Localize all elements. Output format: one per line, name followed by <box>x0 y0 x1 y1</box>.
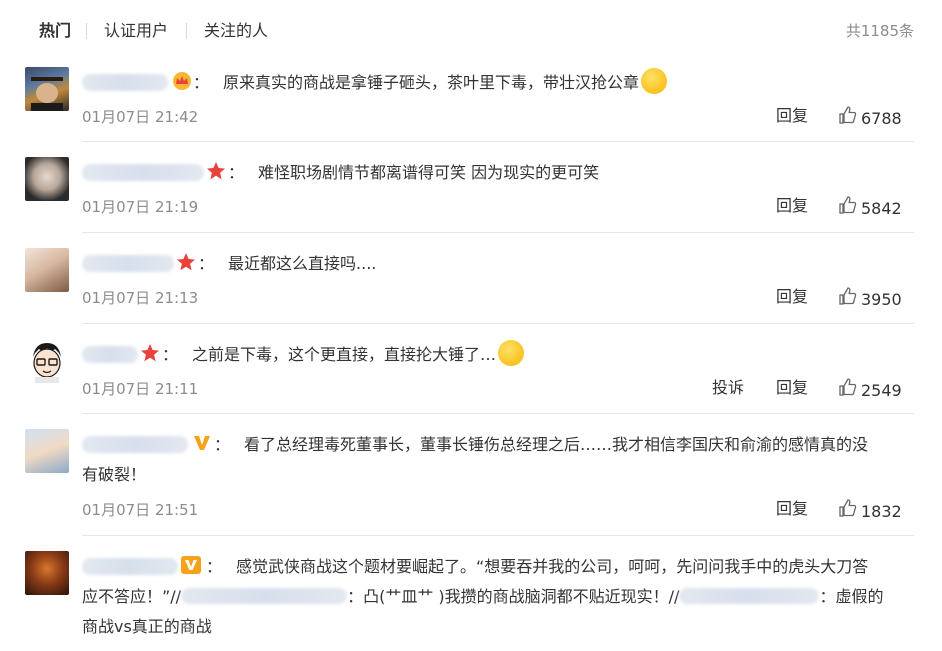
reply-button[interactable]: 回复 <box>776 287 808 307</box>
username-blurred[interactable] <box>82 74 168 91</box>
comment-text: 之前是下毒，这个更直接，直接抡大锤了… <box>192 345 497 364</box>
comment-text-line1: 看了总经理毒死董事长，董事长锤伤总经理之后……我才相信李国庆和俞渝的感情真的没 <box>244 435 869 454</box>
thumbs-up-icon <box>839 106 857 124</box>
v-icon <box>192 433 210 450</box>
sweat-emoji-icon <box>641 68 668 94</box>
reply-button[interactable]: 回复 <box>776 378 808 398</box>
star-icon <box>140 343 159 362</box>
comment-text-line2b: ：凸(艹皿艹 )我攒的商战脑洞都不贴近现实！// <box>347 587 680 606</box>
comment-item: ： 看了总经理毒死董事长，董事长锤伤总经理之后……我才相信李国庆和俞渝的感情真的没… <box>0 414 942 536</box>
comment-text: 最近都这么直接吗.... <box>228 254 377 273</box>
username-blurred[interactable] <box>82 164 204 181</box>
comment-text-line2c: ：虚假的 <box>819 587 884 606</box>
comment-text: 原来真实的商战是拿锤子砸头，茶叶里下毒，带壮汉抢公章 <box>223 73 640 92</box>
comment-date: 01月07日 21:11 <box>82 380 199 398</box>
comment-tabs: 热门 认证用户 关注的人 共1185条 <box>0 0 942 62</box>
tab-hot[interactable]: 热门 <box>39 20 71 42</box>
mention-blurred[interactable] <box>181 588 348 604</box>
comment-item: ： 感觉武侠商战这个题材要崛起了。“想要吞并我的公司，呵呵，先问问我手中的虎头大刀… <box>0 536 942 651</box>
username-blurred[interactable] <box>82 436 188 453</box>
tab-verified[interactable]: 认证用户 <box>104 20 168 42</box>
like-count: 6788 <box>861 109 902 128</box>
like-button[interactable]: 3950 <box>838 287 908 310</box>
thumbs-up-icon <box>839 499 857 517</box>
comment-text-line3: 商战vs真正的商战 <box>82 617 212 636</box>
comment-colon: ： <box>162 345 179 364</box>
tab-following[interactable]: 关注的人 <box>204 20 268 42</box>
star-icon <box>206 161 225 180</box>
comment-date: 01月07日 21:19 <box>82 198 199 216</box>
comment-text-line2a: 应不答应！”// <box>82 587 182 606</box>
avatar[interactable] <box>25 248 69 292</box>
comment-colon: ： <box>206 557 223 576</box>
thumbs-up-icon <box>839 196 857 214</box>
comment-text: 难怪职场剧情节都离谱得可笑 因为现实的更可笑 <box>258 163 600 182</box>
comment-colon: ： <box>214 435 231 454</box>
avatar[interactable] <box>25 157 69 201</box>
tab-separator <box>186 23 187 39</box>
avatar[interactable] <box>25 551 69 595</box>
like-count: 2549 <box>861 381 902 400</box>
star-icon <box>176 252 195 271</box>
username-blurred[interactable] <box>82 346 138 363</box>
comment-count: 共1185条 <box>845 22 914 40</box>
reply-button[interactable]: 回复 <box>776 196 808 216</box>
comment-text-line1: 感觉武侠商战这个题材要崛起了。“想要吞并我的公司，呵呵，先问问我手中的虎头大刀答 <box>236 557 869 576</box>
like-button[interactable]: 6788 <box>838 106 908 129</box>
like-button[interactable]: 5842 <box>838 196 908 219</box>
like-button[interactable]: 1832 <box>838 499 908 522</box>
avatar[interactable] <box>25 429 69 473</box>
mention-blurred[interactable] <box>679 588 820 604</box>
like-count: 3950 <box>861 290 902 309</box>
like-count: 5842 <box>861 199 902 218</box>
comment-date: 01月07日 21:51 <box>82 501 199 519</box>
v-box-icon <box>180 555 201 574</box>
shush-emoji-icon <box>498 340 525 366</box>
comment-colon: ： <box>193 73 210 92</box>
reply-button[interactable]: 回复 <box>776 499 808 519</box>
comment-colon: ： <box>228 163 245 182</box>
comment-colon: ： <box>198 254 215 273</box>
thumbs-up-icon <box>839 287 857 305</box>
comment-date: 01月07日 21:13 <box>82 289 199 307</box>
username-blurred[interactable] <box>82 255 174 272</box>
comment-item: ： 最近都这么直接吗.... 01月07日 21:13 回复 3950 <box>0 233 942 323</box>
crown-icon <box>172 71 191 90</box>
thumbs-up-icon <box>839 378 857 396</box>
reply-button[interactable]: 回复 <box>776 106 808 126</box>
comment-item: ：之前是下毒，这个更直接，直接抡大锤了… 01月07日 21:11 投诉 回复 … <box>0 324 942 414</box>
comment-text-line2: 有破裂！ <box>82 465 147 484</box>
comment-date: 01月07日 21:42 <box>82 108 199 126</box>
avatar[interactable] <box>25 67 69 111</box>
report-button[interactable]: 投诉 <box>712 378 744 398</box>
like-count: 1832 <box>861 502 902 521</box>
comment-item: ：难怪职场剧情节都离谱得可笑 因为现实的更可笑 01月07日 21:19 回复 … <box>0 142 942 232</box>
comment-item: ： 原来真实的商战是拿锤子砸头，茶叶里下毒，带壮汉抢公章 01月07日 21:42… <box>0 62 942 142</box>
username-blurred[interactable] <box>82 558 178 575</box>
tab-separator <box>86 23 87 39</box>
like-button[interactable]: 2549 <box>838 378 908 401</box>
avatar[interactable] <box>25 339 69 383</box>
